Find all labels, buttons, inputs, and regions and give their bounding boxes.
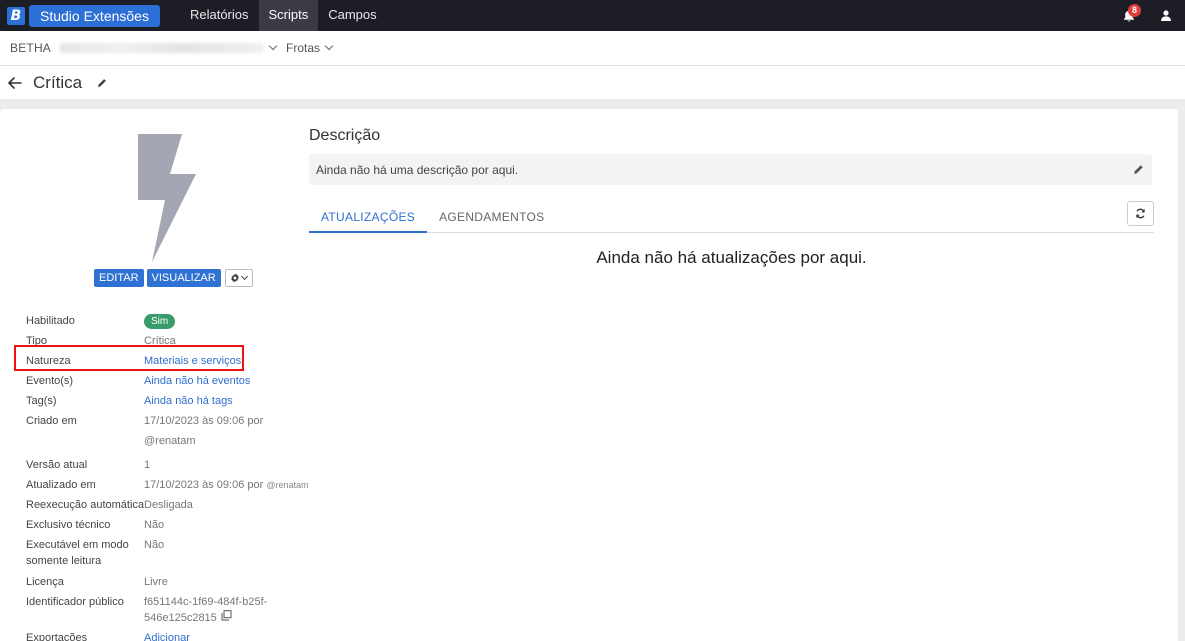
main-nav: Relatórios Scripts Campos — [180, 0, 387, 31]
org-name: BETHA — [10, 41, 52, 55]
property-value: Livre — [144, 576, 168, 588]
property-label: Identificador público — [26, 596, 124, 608]
page-title: Crítica — [33, 72, 83, 92]
property-value: 1 — [144, 459, 151, 471]
tags-link[interactable]: Ainda não há tags — [144, 393, 306, 409]
redacted-entity — [59, 43, 265, 53]
empty-state-message: Ainda não há atualizações por aqui. — [596, 248, 867, 267]
gear-icon — [231, 273, 239, 283]
property-row-atualizado: Atualizado em 17/10/2023 às 09:06 por @r… — [26, 477, 309, 493]
nav-item-relatorios[interactable]: Relatórios — [180, 0, 259, 31]
property-label: Atualizado em — [26, 479, 96, 491]
updated-date: 17/10/2023 às 09:06 por — [144, 479, 264, 491]
property-label: Licença — [26, 576, 64, 588]
refresh-icon — [1136, 208, 1145, 219]
edit-description-button[interactable] — [1133, 164, 1144, 175]
property-label: Criado em — [26, 415, 77, 427]
property-row-licenca: Licença Livre — [26, 574, 306, 590]
description-text: Ainda não há uma descrição por aqui. — [316, 162, 519, 177]
lightning-icon — [138, 134, 196, 262]
chevron-down-icon — [241, 272, 249, 281]
property-label: Versão atual — [26, 459, 88, 471]
property-label: Exportações — [26, 632, 88, 641]
arrow-left-icon — [8, 76, 22, 89]
settings-dropdown-button[interactable] — [224, 269, 253, 287]
pencil-icon — [98, 78, 107, 87]
chevron-down-icon — [268, 41, 278, 51]
org-selector[interactable]: BETHA — [10, 41, 278, 55]
property-value: f651144c-1f69-484f-b25f- 546e125c2815 — [144, 594, 306, 626]
brand-logo[interactable]: B — [7, 6, 25, 25]
view-button[interactable]: VISUALIZAR — [146, 269, 221, 287]
title-bar: Crítica — [0, 66, 1185, 99]
top-navbar: B Studio Extensões Relatórios Scripts Ca… — [0, 0, 1185, 31]
notification-count-badge: 8 — [1128, 3, 1141, 17]
tabs: ATUALIZAÇÕES AGENDAMENTOS — [309, 201, 1154, 233]
copy-button[interactable] — [221, 610, 232, 626]
brand-name[interactable]: Studio Extensões — [29, 4, 160, 27]
property-row-executavel: Executável em modo somente leitura Não — [26, 537, 306, 569]
tab-atualizacoes[interactable]: ATUALIZAÇÕES — [309, 204, 428, 233]
property-label: Habilitado — [26, 315, 75, 327]
description-box: Ainda não há uma descrição por aqui. — [309, 154, 1152, 185]
edit-button[interactable]: EDITAR — [94, 269, 144, 287]
updated-user: @renatam — [266, 480, 309, 490]
top-right-actions: 8 — [1119, 0, 1185, 31]
nav-item-scripts[interactable]: Scripts — [258, 0, 319, 31]
property-row-habilitado: Habilitado Sim — [26, 313, 306, 329]
property-value: 17/10/2023 às 09:06 por @renatam — [144, 477, 309, 493]
property-label: Executável em modo somente leitura — [26, 537, 144, 569]
property-row-exportacoes: Exportações Adicionar — [26, 630, 306, 641]
property-row-tags: Tag(s) Ainda não há tags — [26, 393, 306, 409]
module-name: Frotas — [286, 41, 321, 55]
tab-agendamentos[interactable]: AGENDAMENTOS — [427, 204, 556, 233]
description-heading: Descrição — [309, 127, 381, 144]
property-value: Não — [144, 539, 165, 551]
main-card: EDITAR VISUALIZAR Habilitado Sim Tipo Cr… — [0, 109, 1178, 641]
property-value: Sim — [144, 313, 306, 329]
created-user: @renatam — [144, 435, 196, 447]
nav-item-campos[interactable]: Campos — [318, 0, 386, 31]
pencil-icon — [1134, 165, 1143, 174]
brand[interactable]: B Studio Extensões — [0, 0, 160, 31]
copy-icon — [221, 610, 232, 621]
edit-title-button[interactable] — [97, 77, 109, 89]
module-selector[interactable]: Frotas — [286, 41, 334, 55]
back-button[interactable] — [8, 75, 24, 91]
property-label: Reexecução automática — [26, 499, 145, 511]
property-row-exclusivo: Exclusivo técnico Não — [26, 517, 306, 533]
user-icon — [1161, 10, 1171, 21]
property-value: Não — [144, 519, 165, 531]
property-row-eventos: Evento(s) Ainda não há eventos — [26, 373, 306, 389]
context-bar: BETHA Frotas — [0, 31, 1185, 66]
property-label-line: Executável em modo — [26, 539, 129, 551]
created-date: 17/10/2023 às 09:06 por — [144, 415, 264, 427]
property-label: Tag(s) — [26, 395, 57, 407]
property-value: 17/10/2023 às 09:06 por @renatam — [144, 413, 306, 449]
property-row-reexecucao: Reexecução automática Desligada — [26, 497, 306, 513]
eventos-link[interactable]: Ainda não há eventos — [144, 373, 306, 389]
natureza-highlight-box — [14, 345, 244, 371]
add-export-link[interactable]: Adicionar — [144, 630, 306, 641]
notifications-button[interactable]: 8 — [1119, 3, 1141, 26]
public-id-line-2: 546e125c2815 — [144, 610, 306, 626]
property-row-identificador: Identificador público f651144c-1f69-484f… — [26, 594, 306, 626]
refresh-button[interactable] — [1127, 201, 1154, 226]
property-label: Evento(s) — [26, 375, 74, 387]
public-id-line: f651144c-1f69-484f-b25f- — [144, 596, 268, 608]
script-actions: EDITAR VISUALIZAR — [94, 269, 253, 287]
property-row-criado: Criado em 17/10/2023 às 09:06 por @renat… — [26, 413, 306, 449]
property-label-line: somente leitura — [26, 555, 102, 567]
property-label: Exclusivo técnico — [26, 519, 111, 531]
chevron-down-icon — [324, 41, 334, 51]
public-id-line: 546e125c2815 — [144, 612, 217, 624]
user-menu-button[interactable] — [1159, 8, 1173, 24]
property-row-versao: Versão atual 1 — [26, 457, 306, 473]
status-badge: Sim — [144, 314, 176, 329]
property-value: Desligada — [144, 499, 193, 511]
